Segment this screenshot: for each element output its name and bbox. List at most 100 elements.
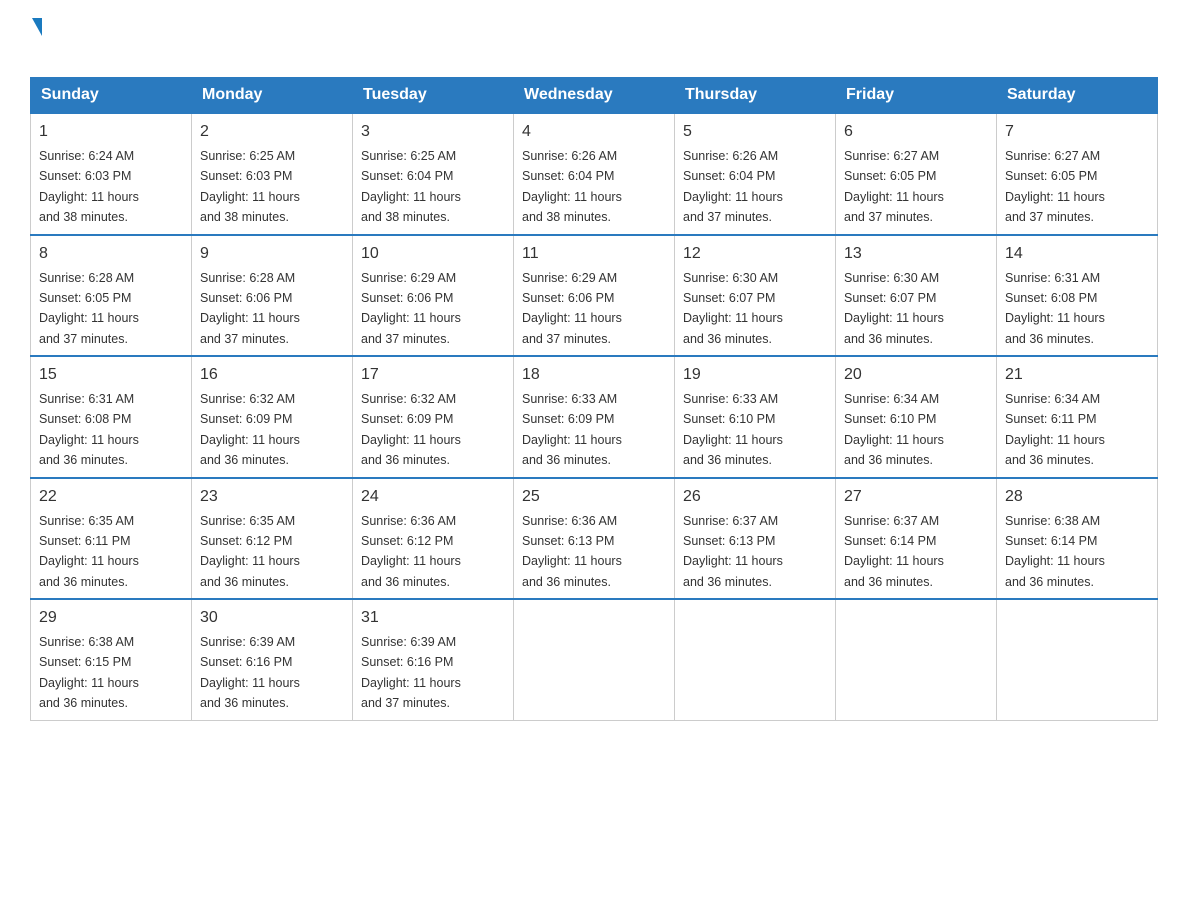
calendar-cell: 23 Sunrise: 6:35 AMSunset: 6:12 PMDaylig… bbox=[192, 478, 353, 600]
calendar-cell bbox=[514, 599, 675, 720]
day-number: 31 bbox=[361, 606, 505, 630]
header bbox=[30, 20, 1158, 59]
calendar-cell: 9 Sunrise: 6:28 AMSunset: 6:06 PMDayligh… bbox=[192, 235, 353, 357]
calendar-cell: 22 Sunrise: 6:35 AMSunset: 6:11 PMDaylig… bbox=[31, 478, 192, 600]
day-number: 29 bbox=[39, 606, 183, 630]
day-info: Sunrise: 6:28 AMSunset: 6:06 PMDaylight:… bbox=[200, 271, 300, 346]
day-info: Sunrise: 6:24 AMSunset: 6:03 PMDaylight:… bbox=[39, 149, 139, 224]
day-number: 10 bbox=[361, 242, 505, 266]
day-info: Sunrise: 6:27 AMSunset: 6:05 PMDaylight:… bbox=[844, 149, 944, 224]
day-info: Sunrise: 6:39 AMSunset: 6:16 PMDaylight:… bbox=[361, 635, 461, 710]
day-number: 4 bbox=[522, 120, 666, 144]
calendar-cell: 26 Sunrise: 6:37 AMSunset: 6:13 PMDaylig… bbox=[675, 478, 836, 600]
calendar-cell: 29 Sunrise: 6:38 AMSunset: 6:15 PMDaylig… bbox=[31, 599, 192, 720]
calendar-cell bbox=[997, 599, 1158, 720]
day-info: Sunrise: 6:26 AMSunset: 6:04 PMDaylight:… bbox=[683, 149, 783, 224]
calendar-cell: 14 Sunrise: 6:31 AMSunset: 6:08 PMDaylig… bbox=[997, 235, 1158, 357]
calendar-week-row: 22 Sunrise: 6:35 AMSunset: 6:11 PMDaylig… bbox=[31, 478, 1158, 600]
day-info: Sunrise: 6:26 AMSunset: 6:04 PMDaylight:… bbox=[522, 149, 622, 224]
calendar-cell: 13 Sunrise: 6:30 AMSunset: 6:07 PMDaylig… bbox=[836, 235, 997, 357]
day-number: 21 bbox=[1005, 363, 1149, 387]
weekday-header-thursday: Thursday bbox=[675, 78, 836, 114]
day-number: 17 bbox=[361, 363, 505, 387]
day-number: 27 bbox=[844, 485, 988, 509]
day-info: Sunrise: 6:30 AMSunset: 6:07 PMDaylight:… bbox=[683, 271, 783, 346]
day-number: 24 bbox=[361, 485, 505, 509]
calendar-cell: 2 Sunrise: 6:25 AMSunset: 6:03 PMDayligh… bbox=[192, 113, 353, 235]
day-info: Sunrise: 6:30 AMSunset: 6:07 PMDaylight:… bbox=[844, 271, 944, 346]
logo-triangle-icon bbox=[32, 18, 42, 36]
calendar-week-row: 1 Sunrise: 6:24 AMSunset: 6:03 PMDayligh… bbox=[31, 113, 1158, 235]
day-info: Sunrise: 6:31 AMSunset: 6:08 PMDaylight:… bbox=[39, 392, 139, 467]
day-info: Sunrise: 6:33 AMSunset: 6:10 PMDaylight:… bbox=[683, 392, 783, 467]
logo bbox=[30, 20, 42, 59]
calendar-week-row: 29 Sunrise: 6:38 AMSunset: 6:15 PMDaylig… bbox=[31, 599, 1158, 720]
day-info: Sunrise: 6:31 AMSunset: 6:08 PMDaylight:… bbox=[1005, 271, 1105, 346]
day-info: Sunrise: 6:25 AMSunset: 6:04 PMDaylight:… bbox=[361, 149, 461, 224]
day-info: Sunrise: 6:29 AMSunset: 6:06 PMDaylight:… bbox=[361, 271, 461, 346]
day-info: Sunrise: 6:38 AMSunset: 6:15 PMDaylight:… bbox=[39, 635, 139, 710]
day-number: 5 bbox=[683, 120, 827, 144]
day-number: 16 bbox=[200, 363, 344, 387]
calendar-cell bbox=[836, 599, 997, 720]
calendar-cell: 19 Sunrise: 6:33 AMSunset: 6:10 PMDaylig… bbox=[675, 356, 836, 478]
weekday-header-sunday: Sunday bbox=[31, 78, 192, 114]
day-number: 14 bbox=[1005, 242, 1149, 266]
day-number: 30 bbox=[200, 606, 344, 630]
day-info: Sunrise: 6:35 AMSunset: 6:12 PMDaylight:… bbox=[200, 514, 300, 589]
calendar-cell: 30 Sunrise: 6:39 AMSunset: 6:16 PMDaylig… bbox=[192, 599, 353, 720]
day-number: 6 bbox=[844, 120, 988, 144]
calendar-cell bbox=[675, 599, 836, 720]
calendar-cell: 31 Sunrise: 6:39 AMSunset: 6:16 PMDaylig… bbox=[353, 599, 514, 720]
day-number: 8 bbox=[39, 242, 183, 266]
day-info: Sunrise: 6:27 AMSunset: 6:05 PMDaylight:… bbox=[1005, 149, 1105, 224]
day-number: 11 bbox=[522, 242, 666, 266]
day-info: Sunrise: 6:25 AMSunset: 6:03 PMDaylight:… bbox=[200, 149, 300, 224]
weekday-header-saturday: Saturday bbox=[997, 78, 1158, 114]
day-info: Sunrise: 6:29 AMSunset: 6:06 PMDaylight:… bbox=[522, 271, 622, 346]
day-number: 23 bbox=[200, 485, 344, 509]
calendar-cell: 21 Sunrise: 6:34 AMSunset: 6:11 PMDaylig… bbox=[997, 356, 1158, 478]
day-number: 19 bbox=[683, 363, 827, 387]
day-info: Sunrise: 6:37 AMSunset: 6:14 PMDaylight:… bbox=[844, 514, 944, 589]
day-info: Sunrise: 6:36 AMSunset: 6:13 PMDaylight:… bbox=[522, 514, 622, 589]
day-info: Sunrise: 6:37 AMSunset: 6:13 PMDaylight:… bbox=[683, 514, 783, 589]
day-info: Sunrise: 6:39 AMSunset: 6:16 PMDaylight:… bbox=[200, 635, 300, 710]
calendar-cell: 20 Sunrise: 6:34 AMSunset: 6:10 PMDaylig… bbox=[836, 356, 997, 478]
calendar-cell: 6 Sunrise: 6:27 AMSunset: 6:05 PMDayligh… bbox=[836, 113, 997, 235]
day-info: Sunrise: 6:38 AMSunset: 6:14 PMDaylight:… bbox=[1005, 514, 1105, 589]
day-info: Sunrise: 6:34 AMSunset: 6:10 PMDaylight:… bbox=[844, 392, 944, 467]
day-number: 20 bbox=[844, 363, 988, 387]
day-number: 12 bbox=[683, 242, 827, 266]
day-number: 18 bbox=[522, 363, 666, 387]
day-number: 25 bbox=[522, 485, 666, 509]
calendar-cell: 16 Sunrise: 6:32 AMSunset: 6:09 PMDaylig… bbox=[192, 356, 353, 478]
calendar-week-row: 15 Sunrise: 6:31 AMSunset: 6:08 PMDaylig… bbox=[31, 356, 1158, 478]
calendar-cell: 4 Sunrise: 6:26 AMSunset: 6:04 PMDayligh… bbox=[514, 113, 675, 235]
day-number: 7 bbox=[1005, 120, 1149, 144]
calendar-cell: 24 Sunrise: 6:36 AMSunset: 6:12 PMDaylig… bbox=[353, 478, 514, 600]
calendar-cell: 11 Sunrise: 6:29 AMSunset: 6:06 PMDaylig… bbox=[514, 235, 675, 357]
weekday-header-tuesday: Tuesday bbox=[353, 78, 514, 114]
day-info: Sunrise: 6:32 AMSunset: 6:09 PMDaylight:… bbox=[200, 392, 300, 467]
day-info: Sunrise: 6:28 AMSunset: 6:05 PMDaylight:… bbox=[39, 271, 139, 346]
calendar-cell: 17 Sunrise: 6:32 AMSunset: 6:09 PMDaylig… bbox=[353, 356, 514, 478]
day-number: 22 bbox=[39, 485, 183, 509]
day-info: Sunrise: 6:32 AMSunset: 6:09 PMDaylight:… bbox=[361, 392, 461, 467]
day-number: 2 bbox=[200, 120, 344, 144]
calendar-cell: 25 Sunrise: 6:36 AMSunset: 6:13 PMDaylig… bbox=[514, 478, 675, 600]
day-number: 9 bbox=[200, 242, 344, 266]
calendar-header-row: SundayMondayTuesdayWednesdayThursdayFrid… bbox=[31, 78, 1158, 114]
day-number: 1 bbox=[39, 120, 183, 144]
day-number: 26 bbox=[683, 485, 827, 509]
calendar-cell: 3 Sunrise: 6:25 AMSunset: 6:04 PMDayligh… bbox=[353, 113, 514, 235]
calendar-cell: 5 Sunrise: 6:26 AMSunset: 6:04 PMDayligh… bbox=[675, 113, 836, 235]
weekday-header-friday: Friday bbox=[836, 78, 997, 114]
calendar-cell: 1 Sunrise: 6:24 AMSunset: 6:03 PMDayligh… bbox=[31, 113, 192, 235]
calendar-cell: 8 Sunrise: 6:28 AMSunset: 6:05 PMDayligh… bbox=[31, 235, 192, 357]
day-number: 15 bbox=[39, 363, 183, 387]
calendar-cell: 10 Sunrise: 6:29 AMSunset: 6:06 PMDaylig… bbox=[353, 235, 514, 357]
calendar-cell: 28 Sunrise: 6:38 AMSunset: 6:14 PMDaylig… bbox=[997, 478, 1158, 600]
calendar-cell: 12 Sunrise: 6:30 AMSunset: 6:07 PMDaylig… bbox=[675, 235, 836, 357]
calendar-cell: 7 Sunrise: 6:27 AMSunset: 6:05 PMDayligh… bbox=[997, 113, 1158, 235]
